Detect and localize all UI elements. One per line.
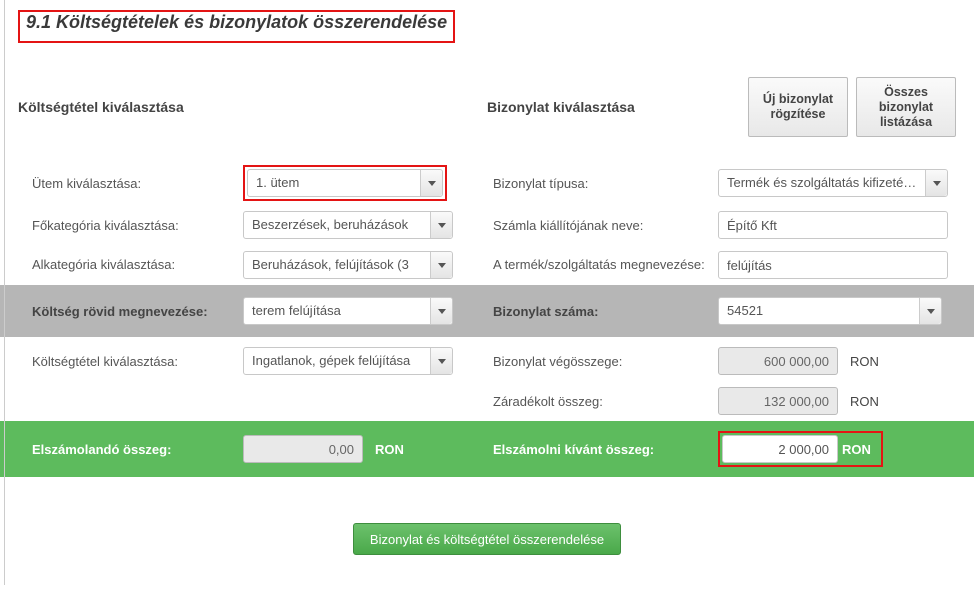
vegosszeg-label: Bizonylat végösszege: <box>493 354 718 369</box>
tipus-label: Bizonylat típusa: <box>493 176 718 191</box>
currency-label: RON <box>850 394 885 409</box>
kivant-highlight: RON <box>718 431 883 467</box>
fokategoria-select[interactable]: Beszerzések, beruházások <box>243 211 453 239</box>
tipus-select[interactable]: Termék és szolgáltatás kifizetése <box>718 169 948 197</box>
alkategoria-value: Beruházások, felújítások (3 <box>243 251 453 279</box>
rovid-megnevezes-select[interactable]: terem felújítása <box>243 297 453 325</box>
currency-label: RON <box>850 354 885 369</box>
alkategoria-select[interactable]: Beruházások, felújítások (3 <box>243 251 453 279</box>
new-voucher-button[interactable]: Új bizonylat rögzítése <box>748 77 848 137</box>
pair-button[interactable]: Bizonylat és költségtétel összerendelése <box>353 523 621 555</box>
utem-select-value: 1. ütem <box>247 169 443 197</box>
kiallito-label: Számla kiállítójának neve: <box>493 218 718 233</box>
kiallito-input[interactable] <box>718 211 948 239</box>
section-title: 9.1 Költségtételek és bizonylatok összer… <box>18 10 455 43</box>
koltsegtetel-value: Ingatlanok, gépek felújítása <box>243 347 453 375</box>
koltsegtetel-select[interactable]: Ingatlanok, gépek felújítása <box>243 347 453 375</box>
zaradek-value <box>718 387 838 415</box>
list-vouchers-button[interactable]: Összes bizonylat listázása <box>856 77 956 137</box>
bizonylat-szama-select[interactable]: 54521 <box>718 297 942 325</box>
currency-label: RON <box>375 442 410 457</box>
kivant-label: Elszámolni kívánt összeg: <box>493 442 718 457</box>
fokategoria-label: Főkategória kiválasztása: <box>18 218 243 233</box>
left-column-title: Költségtétel kiválasztása <box>18 99 487 115</box>
utem-label: Ütem kiválasztása: <box>18 176 243 191</box>
kivant-input[interactable] <box>722 435 838 463</box>
elszamolando-value <box>243 435 363 463</box>
alkategoria-label: Alkategória kiválasztása: <box>18 257 243 273</box>
currency-label: RON <box>842 442 877 457</box>
left-rule <box>4 0 5 585</box>
rovid-megnevezes-label: Költség rövid megnevezése: <box>18 304 243 319</box>
tipus-select-value: Termék és szolgáltatás kifizetése <box>718 169 948 197</box>
koltsegtetel-label: Költségtétel kiválasztása: <box>18 354 243 369</box>
zaradek-label: Záradékolt összeg: <box>493 394 718 409</box>
fokategoria-value: Beszerzések, beruházások <box>243 211 453 239</box>
vegosszeg-value <box>718 347 838 375</box>
rovid-megnevezes-value: terem felújítása <box>243 297 453 325</box>
bizonylat-szama-label: Bizonylat száma: <box>493 304 718 319</box>
right-column-title: Bizonylat kiválasztása <box>487 99 748 115</box>
termek-label: A termék/szolgáltatás megnevezése: <box>493 257 718 273</box>
bizonylat-szama-value: 54521 <box>718 297 942 325</box>
utem-select-highlight: 1. ütem <box>243 165 447 201</box>
utem-select[interactable]: 1. ütem <box>247 169 443 197</box>
termek-input[interactable] <box>718 251 948 279</box>
elszamolando-label: Elszámolandó összeg: <box>18 442 243 457</box>
